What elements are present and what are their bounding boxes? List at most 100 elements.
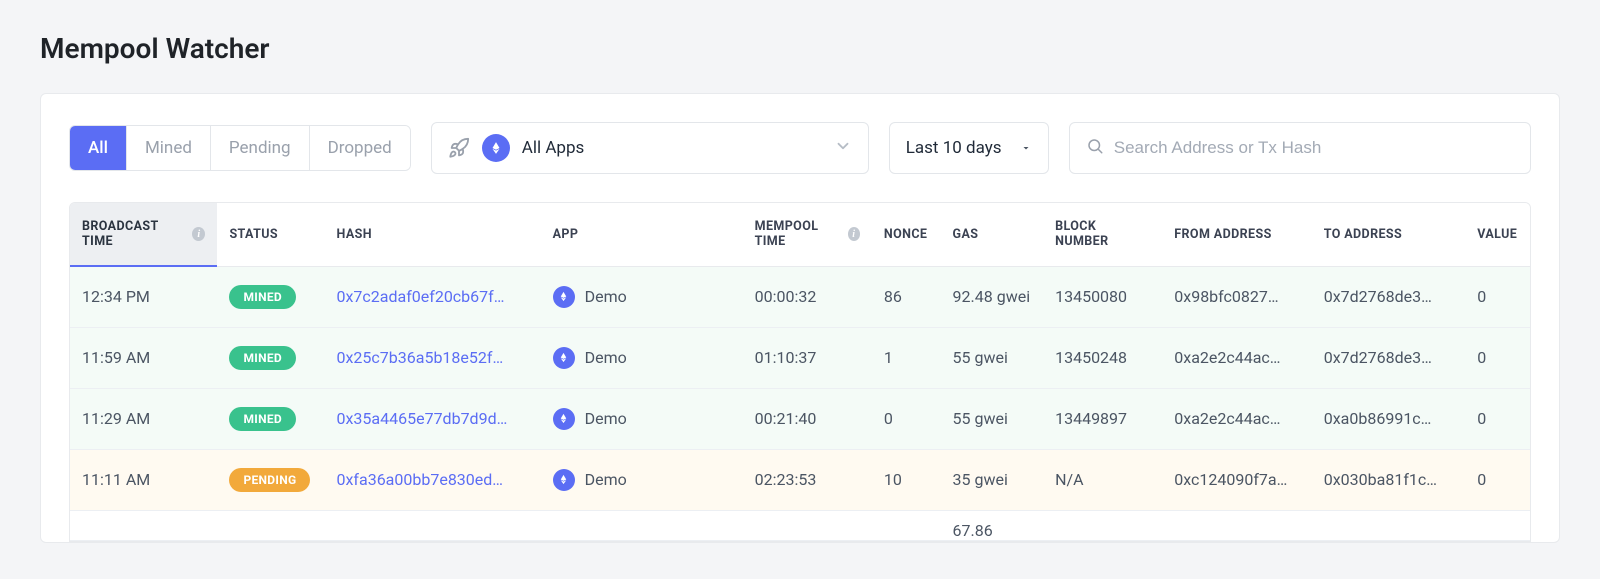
tab-all[interactable]: All — [70, 126, 127, 170]
cell-block: 13449897 — [1043, 388, 1162, 449]
rocket-icon — [448, 137, 470, 159]
cell-app: Demo — [541, 327, 743, 388]
cell-to: 0x7d2768de3… — [1312, 266, 1466, 327]
transactions-table-wrap: BROADCAST TIME i STATUS HASH APP MEMPOOL… — [69, 202, 1531, 542]
app-name: Demo — [585, 409, 627, 428]
cell-app: Demo — [541, 266, 743, 327]
col-hash-label: HASH — [337, 227, 372, 242]
cell-value: 0 — [1465, 327, 1530, 388]
col-mempool-time-label: MEMPOOL TIME — [755, 219, 840, 249]
cell-block: 13450248 — [1043, 327, 1162, 388]
cell-from: 0xa2e2c44ac… — [1162, 388, 1311, 449]
cell-hash: 0x7c2adaf0ef20cb67f… — [325, 266, 541, 327]
cell-hash: 0x35a4465e77db7d9d… — [325, 388, 541, 449]
col-app-label: APP — [553, 227, 579, 242]
tx-hash-link[interactable]: 0x35a4465e77db7d9d… — [337, 409, 508, 428]
table-row[interactable]: 12:34 PM MINED 0x7c2adaf0ef20cb67f… Demo 00:… — [70, 266, 1530, 327]
cell-from: 0x98bfc0827… — [1162, 266, 1311, 327]
main-card: AllMinedPendingDropped All Apps Last 10 … — [40, 93, 1560, 543]
col-status-label: STATUS — [229, 227, 278, 242]
cell-mempool-time: 00:00:32 — [743, 266, 872, 327]
cell-nonce: 1 — [872, 327, 941, 388]
cell-from: 0xc124090f7a… — [1162, 449, 1311, 510]
tab-pending[interactable]: Pending — [211, 126, 310, 170]
info-icon[interactable]: i — [848, 227, 860, 241]
cell-app: Demo — [541, 449, 743, 510]
tx-hash-link[interactable]: 0xfa36a00bb7e830ed… — [337, 470, 504, 489]
cell-gas: 92.48 gwei — [941, 266, 1044, 327]
col-gas-label: GAS — [953, 227, 979, 242]
table-row[interactable]: 11:11 AM PENDING 0xfa36a00bb7e830ed… Demo 02… — [70, 449, 1530, 510]
status-badge: PENDING — [229, 468, 310, 492]
info-icon[interactable]: i — [192, 227, 205, 241]
caret-down-icon — [1020, 139, 1032, 158]
cell-app: Demo — [541, 388, 743, 449]
app-name: Demo — [585, 470, 627, 489]
cell-nonce: 86 — [872, 266, 941, 327]
cell-gas: 55 gwei — [941, 327, 1044, 388]
col-gas[interactable]: GAS — [941, 203, 1044, 266]
col-value-label: VALUE — [1477, 227, 1517, 242]
cell-hash: 0xfa36a00bb7e830ed… — [325, 449, 541, 510]
cell-broadcast-time: 11:29 AM — [70, 388, 217, 449]
col-to[interactable]: TO ADDRESS — [1312, 203, 1466, 266]
status-badge: MINED — [229, 285, 296, 309]
cell-mempool-time: 01:10:37 — [743, 327, 872, 388]
col-app[interactable]: APP — [541, 203, 743, 266]
cell-block: 13450080 — [1043, 266, 1162, 327]
status-badge: MINED — [229, 407, 296, 431]
cell-status: MINED — [217, 327, 324, 388]
cell-nonce: 0 — [872, 388, 941, 449]
cell-status: PENDING — [217, 449, 324, 510]
ethereum-icon — [553, 408, 575, 430]
search-input[interactable] — [1114, 138, 1514, 158]
col-block-number[interactable]: BLOCK NUMBER — [1043, 203, 1162, 266]
col-nonce[interactable]: NONCE — [872, 203, 941, 266]
cell-nonce: 10 — [872, 449, 941, 510]
cell-gas: 67.86 — [941, 510, 1044, 540]
col-from[interactable]: FROM ADDRESS — [1162, 203, 1311, 266]
cell-mempool-time: 02:23:53 — [743, 449, 872, 510]
ethereum-icon — [553, 286, 575, 308]
chevron-down-icon — [834, 137, 852, 159]
cell-broadcast-time: 11:59 AM — [70, 327, 217, 388]
col-broadcast-time[interactable]: BROADCAST TIME i — [70, 203, 217, 266]
transactions-table: BROADCAST TIME i STATUS HASH APP MEMPOOL… — [70, 203, 1530, 541]
cell-value: 0 — [1465, 449, 1530, 510]
app-name: Demo — [585, 348, 627, 367]
col-nonce-label: NONCE — [884, 227, 927, 242]
col-to-label: TO ADDRESS — [1324, 227, 1402, 242]
table-row[interactable]: 11:29 AM MINED 0x35a4465e77db7d9d… Demo 00:2… — [70, 388, 1530, 449]
cell-broadcast-time: 11:11 AM — [70, 449, 217, 510]
col-value[interactable]: VALUE — [1465, 203, 1530, 266]
tx-hash-link[interactable]: 0x25c7b36a5b18e52f… — [337, 348, 504, 367]
cell-to: 0x7d2768de3… — [1312, 327, 1466, 388]
date-range-label: Last 10 days — [906, 138, 1002, 158]
col-broadcast-time-label: BROADCAST TIME — [82, 219, 184, 249]
col-hash[interactable]: HASH — [325, 203, 541, 266]
date-range-dropdown[interactable]: Last 10 days — [889, 122, 1049, 174]
cell-gas: 35 gwei — [941, 449, 1044, 510]
tab-mined[interactable]: Mined — [127, 126, 211, 170]
app-name: Demo — [585, 287, 627, 306]
cell-broadcast-time: 12:34 PM — [70, 266, 217, 327]
cell-value: 0 — [1465, 388, 1530, 449]
table-row[interactable]: 11:59 AM MINED 0x25c7b36a5b18e52f… Demo 01:1… — [70, 327, 1530, 388]
apps-dropdown[interactable]: All Apps — [431, 122, 869, 174]
search-box[interactable] — [1069, 122, 1531, 174]
cell-block: N/A — [1043, 449, 1162, 510]
col-from-label: FROM ADDRESS — [1174, 227, 1271, 242]
col-status[interactable]: STATUS — [217, 203, 324, 266]
tab-dropped[interactable]: Dropped — [310, 126, 410, 170]
cell-mempool-time: 00:21:40 — [743, 388, 872, 449]
controls-row: AllMinedPendingDropped All Apps Last 10 … — [41, 122, 1559, 202]
status-badge: MINED — [229, 346, 296, 370]
col-mempool-time[interactable]: MEMPOOL TIME i — [743, 203, 872, 266]
search-icon — [1086, 137, 1104, 159]
ethereum-icon — [482, 134, 510, 162]
cell-status: MINED — [217, 266, 324, 327]
cell-to: 0xa0b86991c… — [1312, 388, 1466, 449]
tx-hash-link[interactable]: 0x7c2adaf0ef20cb67f… — [337, 287, 505, 306]
table-row[interactable]: 67.86 — [70, 510, 1530, 540]
apps-dropdown-label: All Apps — [522, 138, 585, 158]
